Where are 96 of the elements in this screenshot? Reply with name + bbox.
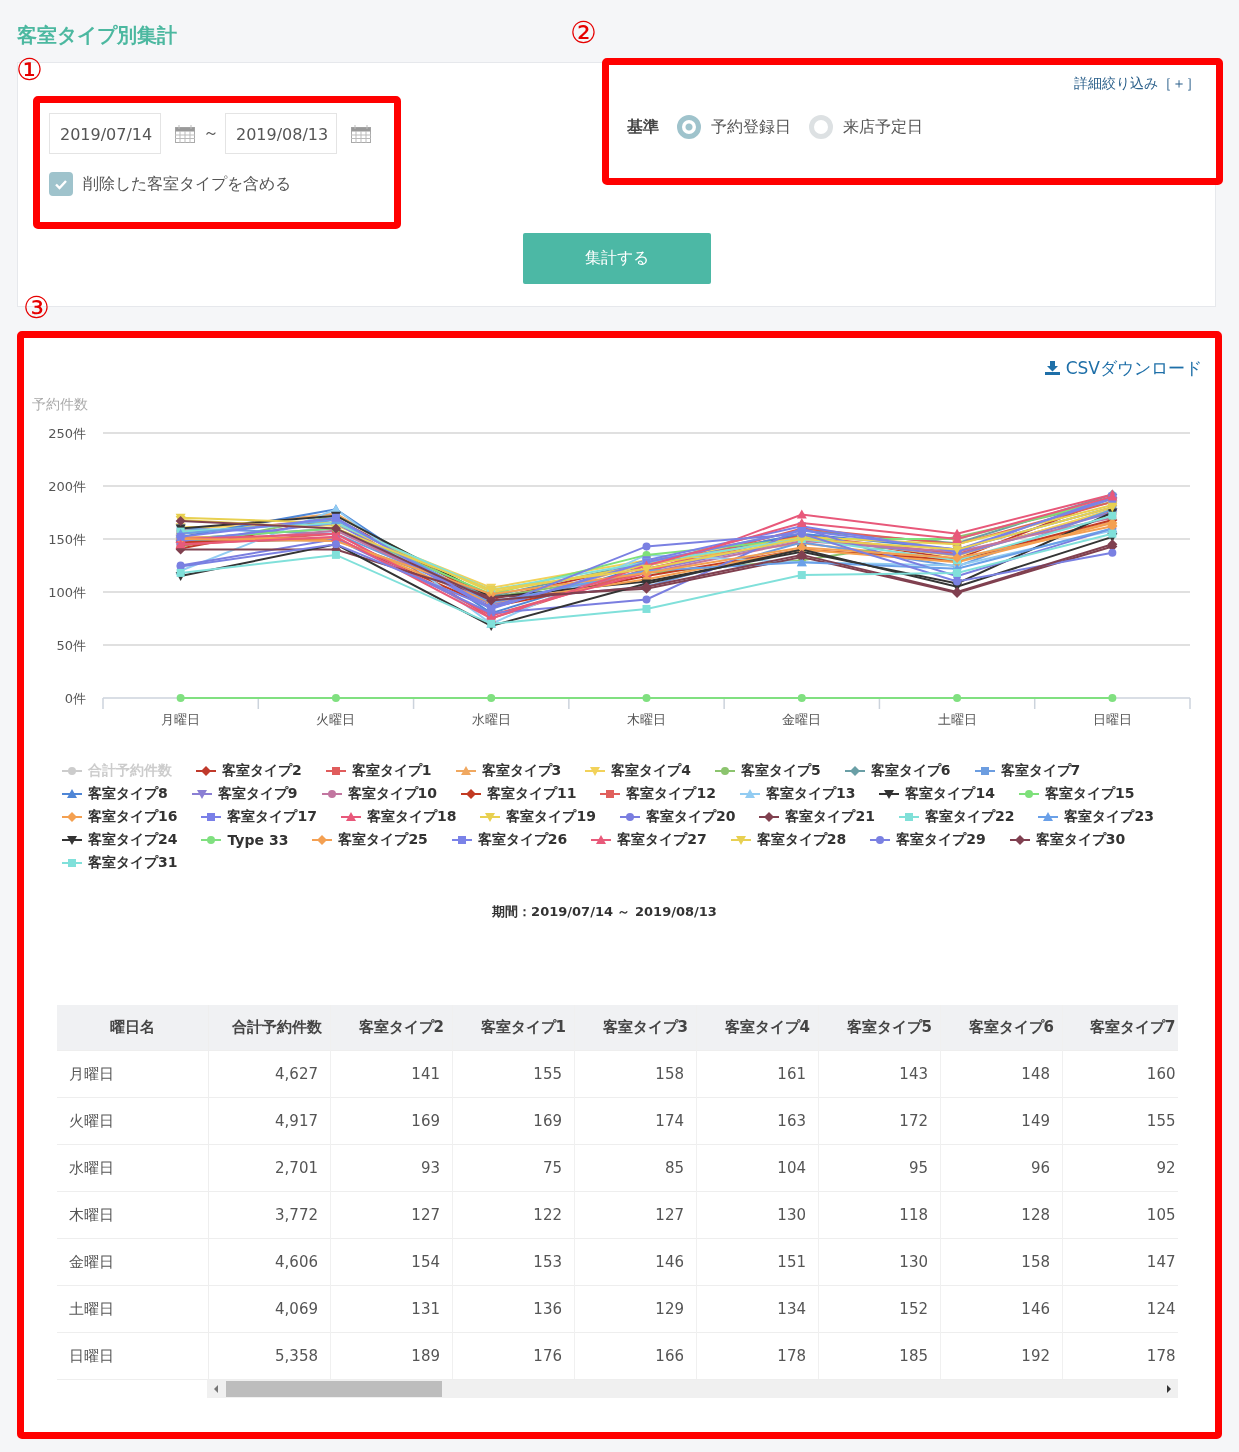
table-cell: 2,701 (208, 1144, 331, 1192)
table-cell: 143 (818, 1050, 941, 1098)
annotation-number: ③ (23, 293, 50, 323)
axis-category-label: 水曜日 (471, 712, 511, 727)
table-cell: 178 (696, 1332, 819, 1380)
table-cell: 146 (574, 1238, 697, 1286)
table-cell: 129 (574, 1285, 697, 1333)
table-cell: 93 (330, 1144, 453, 1192)
basis-label: 基準 (627, 116, 659, 138)
table-cell: 95 (818, 1144, 941, 1192)
table-cell: 火曜日 (57, 1097, 209, 1145)
axis-tick-label: 150件 (48, 532, 86, 547)
table-cell: 75 (452, 1144, 575, 1192)
table-cell: 96 (940, 1144, 1063, 1192)
table-cell: 163 (696, 1097, 819, 1145)
column-header: 合計予約件数 (208, 1005, 331, 1051)
table-cell: 金曜日 (57, 1238, 209, 1286)
table-cell: 130 (696, 1191, 819, 1239)
chart-caption: 期間：2019/07/14 ～ 2019/08/13 (491, 903, 718, 921)
table-cell: 158 (940, 1238, 1063, 1286)
table-cell: 185 (818, 1332, 941, 1380)
axis-category-label: 金曜日 (782, 712, 822, 727)
table-cell: 141 (330, 1050, 453, 1098)
table-cell: 172 (818, 1097, 941, 1145)
column-header: 客室タイプ6 (940, 1005, 1063, 1051)
axis-tick-label: 250件 (48, 426, 86, 441)
axis-tick-label: 50件 (56, 638, 86, 653)
table-cell: 149 (940, 1097, 1063, 1145)
table-cell: 5,358 (208, 1332, 331, 1380)
column-header: 客室タイプ7 (1062, 1005, 1178, 1051)
table-cell: 104 (696, 1144, 819, 1192)
table-cell: 128 (940, 1191, 1063, 1239)
axis-tick-label: 100件 (48, 585, 86, 600)
table-cell: 4,069 (208, 1285, 331, 1333)
column-header: 曜日名 (57, 1005, 209, 1051)
annotation-number: ② (570, 18, 597, 48)
column-header: 客室タイプ1 (452, 1005, 575, 1051)
table-cell: 160 (1062, 1050, 1178, 1098)
table-cell: 154 (330, 1238, 453, 1286)
table-cell: 118 (818, 1191, 941, 1239)
table-cell: 4,917 (208, 1097, 331, 1145)
table-cell: 124 (1062, 1285, 1178, 1333)
table-cell: 4,606 (208, 1238, 331, 1286)
table-cell: 166 (574, 1332, 697, 1380)
column-header: 客室タイプ2 (330, 1005, 453, 1051)
table-cell: 174 (574, 1097, 697, 1145)
axis-category-label: 火曜日 (316, 712, 356, 727)
table-cell: 158 (574, 1050, 697, 1098)
table-cell: 105 (1062, 1191, 1178, 1239)
table-cell: 月曜日 (57, 1050, 209, 1098)
table-cell: 127 (574, 1191, 697, 1239)
range-separator: ～ (203, 123, 219, 144)
table-cell: 土曜日 (57, 1285, 209, 1333)
page-title: 客室タイプ別集計 (17, 22, 177, 49)
table-cell: 85 (574, 1144, 697, 1192)
table-cell: 131 (330, 1285, 453, 1333)
table-cell: 136 (452, 1285, 575, 1333)
table-cell: 4,627 (208, 1050, 331, 1098)
column-header: 客室タイプ3 (574, 1005, 697, 1051)
radio-label: 予約登録日 (711, 116, 791, 138)
radio-label: 来店予定日 (843, 116, 923, 138)
table-cell: 127 (330, 1191, 453, 1239)
table-cell: 水曜日 (57, 1144, 209, 1192)
table-cell: 151 (696, 1238, 819, 1286)
table-cell: 192 (940, 1332, 1063, 1380)
axis-title: 予約件数 (32, 396, 88, 412)
table-cell: 134 (696, 1285, 819, 1333)
table-cell: 130 (818, 1238, 941, 1286)
axis-tick-label: 200件 (48, 479, 86, 494)
axis-category-label: 月曜日 (161, 712, 201, 727)
table-cell: 92 (1062, 1144, 1178, 1192)
checkbox-label: 削除した客室タイプを含める (83, 173, 291, 195)
table-cell: 155 (452, 1050, 575, 1098)
table-cell: 161 (696, 1050, 819, 1098)
annotation-number: ① (16, 55, 43, 85)
table-cell: 176 (452, 1332, 575, 1380)
table-cell: 155 (1062, 1097, 1178, 1145)
table-cell: 146 (940, 1285, 1063, 1333)
table-cell: 153 (452, 1238, 575, 1286)
table-cell: 152 (818, 1285, 941, 1333)
table-cell: 147 (1062, 1238, 1178, 1286)
column-header: 客室タイプ4 (696, 1005, 819, 1051)
table-cell: 148 (940, 1050, 1063, 1098)
column-header: 客室タイプ5 (818, 1005, 941, 1051)
axis-tick-label: 0件 (64, 691, 86, 706)
table-cell: 3,772 (208, 1191, 331, 1239)
table-cell: 169 (330, 1097, 453, 1145)
table-cell: 木曜日 (57, 1191, 209, 1239)
table-cell: 169 (452, 1097, 575, 1145)
table-cell: 日曜日 (57, 1332, 209, 1380)
axis-category-label: 土曜日 (937, 712, 977, 727)
table-cell: 122 (452, 1191, 575, 1239)
table-cell: 189 (330, 1332, 453, 1380)
axis-category-label: 木曜日 (627, 712, 666, 727)
table-cell: 178 (1062, 1332, 1178, 1380)
axis-category-label: 日曜日 (1092, 712, 1132, 727)
